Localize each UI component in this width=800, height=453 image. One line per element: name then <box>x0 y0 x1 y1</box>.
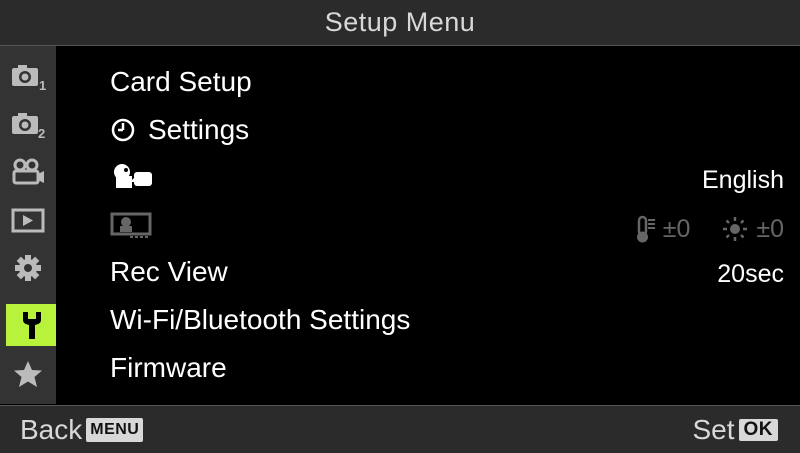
my-menu-star-icon <box>14 361 42 387</box>
tab-shooting-menu-2[interactable]: 2 <box>4 102 52 146</box>
color-temperature-value: ±0 <box>662 214 691 243</box>
tab-my-menu[interactable] <box>4 352 52 396</box>
set-button[interactable]: Set OK <box>692 414 778 446</box>
clock-icon <box>111 118 135 142</box>
back-button[interactable]: Back MENU <box>20 414 144 446</box>
video-menu-icon <box>12 158 44 185</box>
brightness-value: ±0 <box>756 214 784 243</box>
tab-setup-menu[interactable] <box>4 302 59 348</box>
shooting-menu-1-icon: 1 <box>12 65 46 92</box>
menu-item-monitor-adjust: ±0 ±0 <box>56 204 800 250</box>
setup-menu-list: Card Setup Settings English ±0 ±0 Rec Vi… <box>56 46 800 404</box>
menu-item-language[interactable]: English <box>56 156 800 202</box>
rec-view-value: 20sec <box>717 260 784 288</box>
back-label: Back <box>20 414 83 445</box>
language-icon <box>114 164 152 188</box>
tab-video-menu[interactable] <box>4 150 52 194</box>
playback-menu-icon <box>11 208 45 233</box>
setup-menu-wrench-icon <box>22 312 41 339</box>
tab-custom-menu[interactable] <box>4 246 52 290</box>
menu-item-label: Card Setup <box>110 66 252 97</box>
tab-shooting-menu-1[interactable]: 1 <box>4 54 52 98</box>
menu-item-label: Rec View <box>110 256 228 287</box>
menu-item-card-setup[interactable]: Card Setup <box>56 60 800 106</box>
menu-item-label: Firmware <box>110 352 227 383</box>
custom-menu-gear-icon <box>15 255 41 281</box>
menu-item-label: Settings <box>148 114 250 145</box>
button-guide-bar: Back MENU Set OK <box>0 405 800 453</box>
tab-playback-menu[interactable] <box>4 198 52 242</box>
set-label: Set <box>692 414 735 445</box>
shooting-menu-2-icon: 2 <box>12 113 45 140</box>
menu-item-label: Wi-Fi/Bluetooth Settings <box>110 304 411 335</box>
menu-item-wifi-bluetooth[interactable]: Wi-Fi/Bluetooth Settings <box>56 298 800 344</box>
page-title: Setup Menu <box>324 7 476 37</box>
ok-key-icon: OK <box>738 419 778 441</box>
language-value: English <box>702 166 784 194</box>
menu-tab-sidebar: 1 2 <box>0 46 59 404</box>
monitor-adjust-icon <box>110 212 152 238</box>
svg-text:1: 1 <box>39 78 46 92</box>
color-temperature-icon <box>636 215 655 243</box>
menu-key-icon: MENU <box>86 418 144 442</box>
menu-item-rec-view[interactable]: Rec View 20sec <box>56 250 800 296</box>
svg-text:2: 2 <box>38 126 45 140</box>
menu-item-clock-settings[interactable]: Settings <box>56 108 800 154</box>
title-bar: Setup Menu <box>0 0 800 46</box>
brightness-icon <box>723 217 748 241</box>
menu-item-firmware[interactable]: Firmware <box>56 346 800 392</box>
